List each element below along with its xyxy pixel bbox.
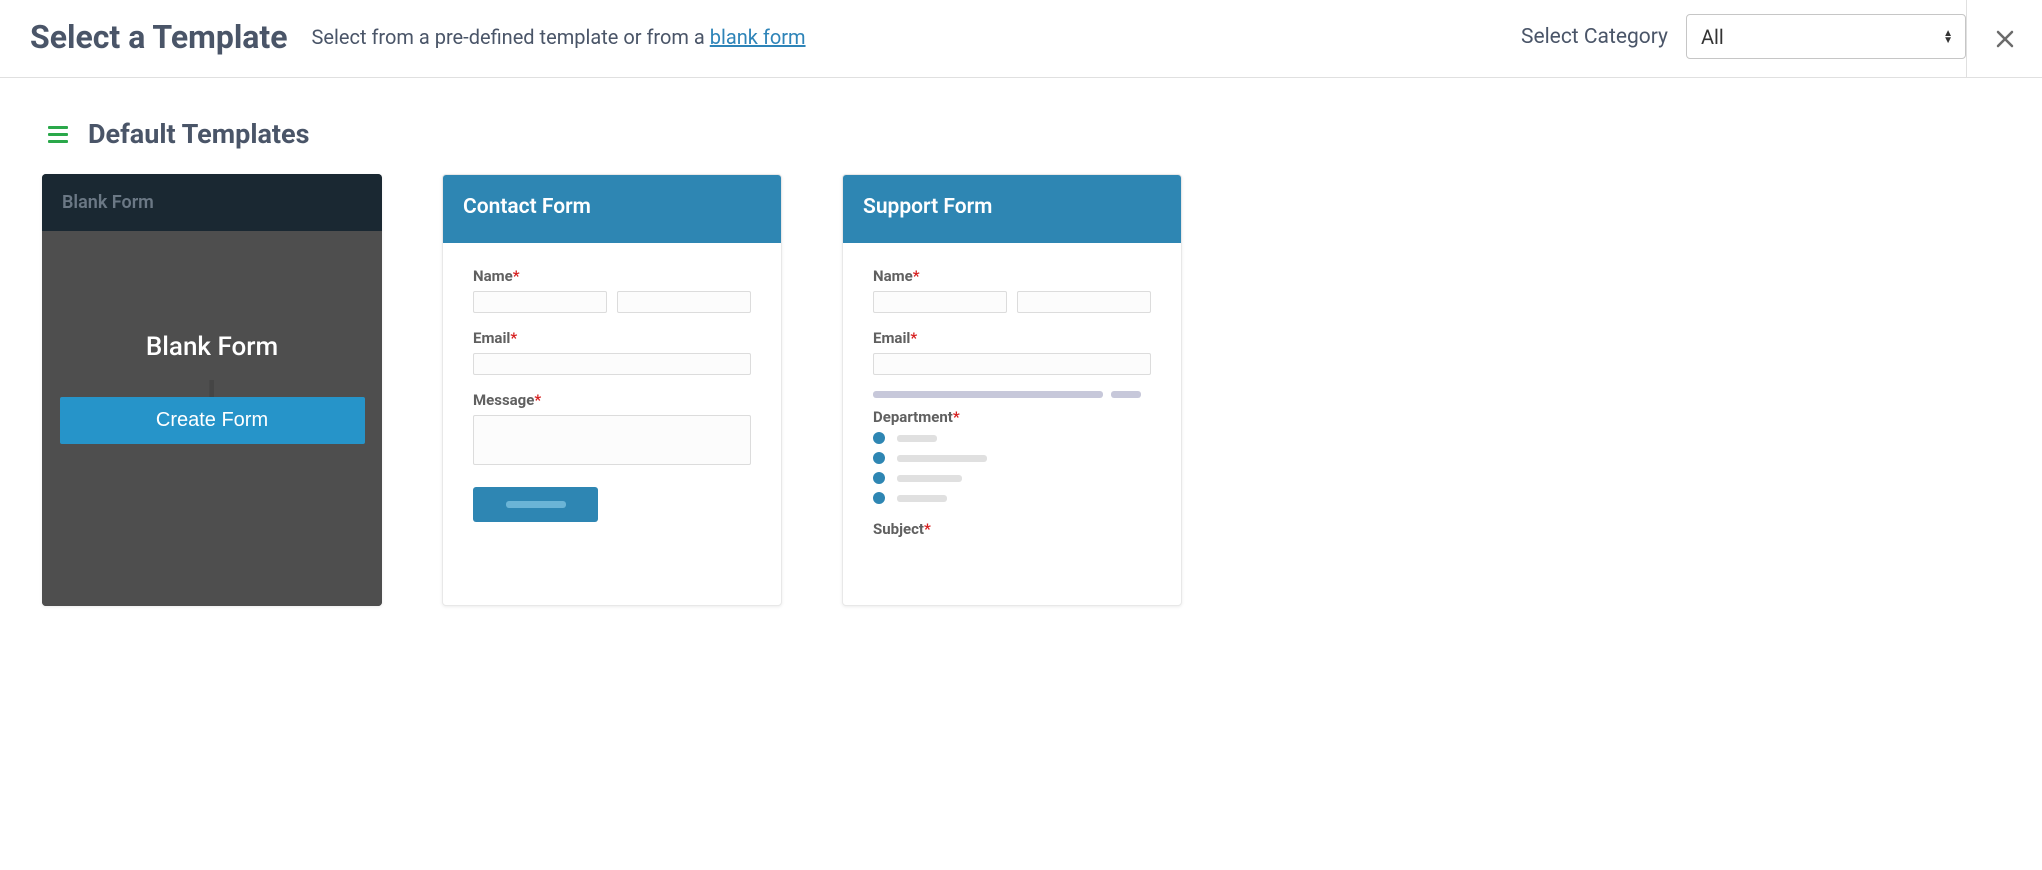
field-label: Message* (473, 391, 751, 409)
template-card-contact[interactable]: Contact Form Name* Email* Message* (442, 174, 782, 606)
section-title: Default Templates (88, 118, 310, 150)
faux-input (1017, 291, 1151, 313)
field-label: Name* (873, 267, 1151, 285)
faux-textarea (473, 415, 751, 465)
faux-input (473, 291, 607, 313)
field-label: Email* (473, 329, 751, 347)
support-name-field: Name* (873, 267, 1151, 313)
faux-radio-list (873, 432, 1151, 504)
card-support-body: Name* Email* Department* (843, 243, 1181, 568)
card-blank-body: + Blank Form Create Form (42, 240, 382, 606)
header-controls: Select Category All ▲▼ (1521, 14, 2012, 59)
card-contact-header: Contact Form (443, 175, 781, 243)
contact-email-field: Email* (473, 329, 751, 375)
support-email-field: Email* (873, 329, 1151, 375)
faux-description (873, 391, 1151, 398)
card-support-header: Support Form (843, 175, 1181, 243)
content-area: Default Templates Blank Form + Blank For… (0, 78, 2042, 646)
select-arrows-icon: ▲▼ (1943, 30, 1953, 44)
category-select-value: All (1701, 25, 1724, 49)
field-label: Subject* (873, 520, 1151, 538)
template-card-support[interactable]: Support Form Name* Email* (842, 174, 1182, 606)
faux-input (873, 291, 1007, 313)
radio-icon (873, 472, 885, 484)
category-filter-label: Select Category (1521, 25, 1668, 49)
faux-input (873, 353, 1151, 375)
close-icon (1995, 29, 2015, 49)
card-blank-header: Blank Form (42, 174, 382, 231)
radio-icon (873, 432, 885, 444)
contact-name-field: Name* (473, 267, 751, 313)
hamburger-icon (48, 126, 68, 143)
template-card-blank[interactable]: Blank Form + Blank Form Create Form (42, 174, 382, 606)
page-header: Select a Template Select from a pre-defi… (0, 0, 2042, 78)
radio-icon (873, 492, 885, 504)
subtitle-text: Select from a pre-defined template or fr… (312, 25, 710, 49)
close-button[interactable] (1966, 0, 2042, 77)
faux-input (473, 353, 751, 375)
page-subtitle: Select from a pre-defined template or fr… (312, 25, 806, 49)
field-label: Department* (873, 408, 1151, 426)
template-cards: Blank Form + Blank Form Create Form Cont… (42, 174, 2000, 606)
section-header: Default Templates (48, 118, 2000, 150)
blank-form-link[interactable]: blank form (710, 25, 806, 49)
support-subject-field: Subject* (873, 520, 1151, 538)
faux-submit-button (473, 487, 598, 522)
radio-icon (873, 452, 885, 464)
faux-input (617, 291, 751, 313)
page-title: Select a Template (30, 18, 288, 56)
category-select[interactable]: All ▲▼ (1686, 14, 1966, 59)
field-label: Name* (473, 267, 751, 285)
card-blank-title: Blank Form (146, 332, 278, 362)
support-department-field: Department* (873, 408, 1151, 504)
field-label: Email* (873, 329, 1151, 347)
contact-message-field: Message* (473, 391, 751, 465)
card-contact-body: Name* Email* Message* (443, 243, 781, 546)
create-form-button[interactable]: Create Form (60, 397, 365, 444)
